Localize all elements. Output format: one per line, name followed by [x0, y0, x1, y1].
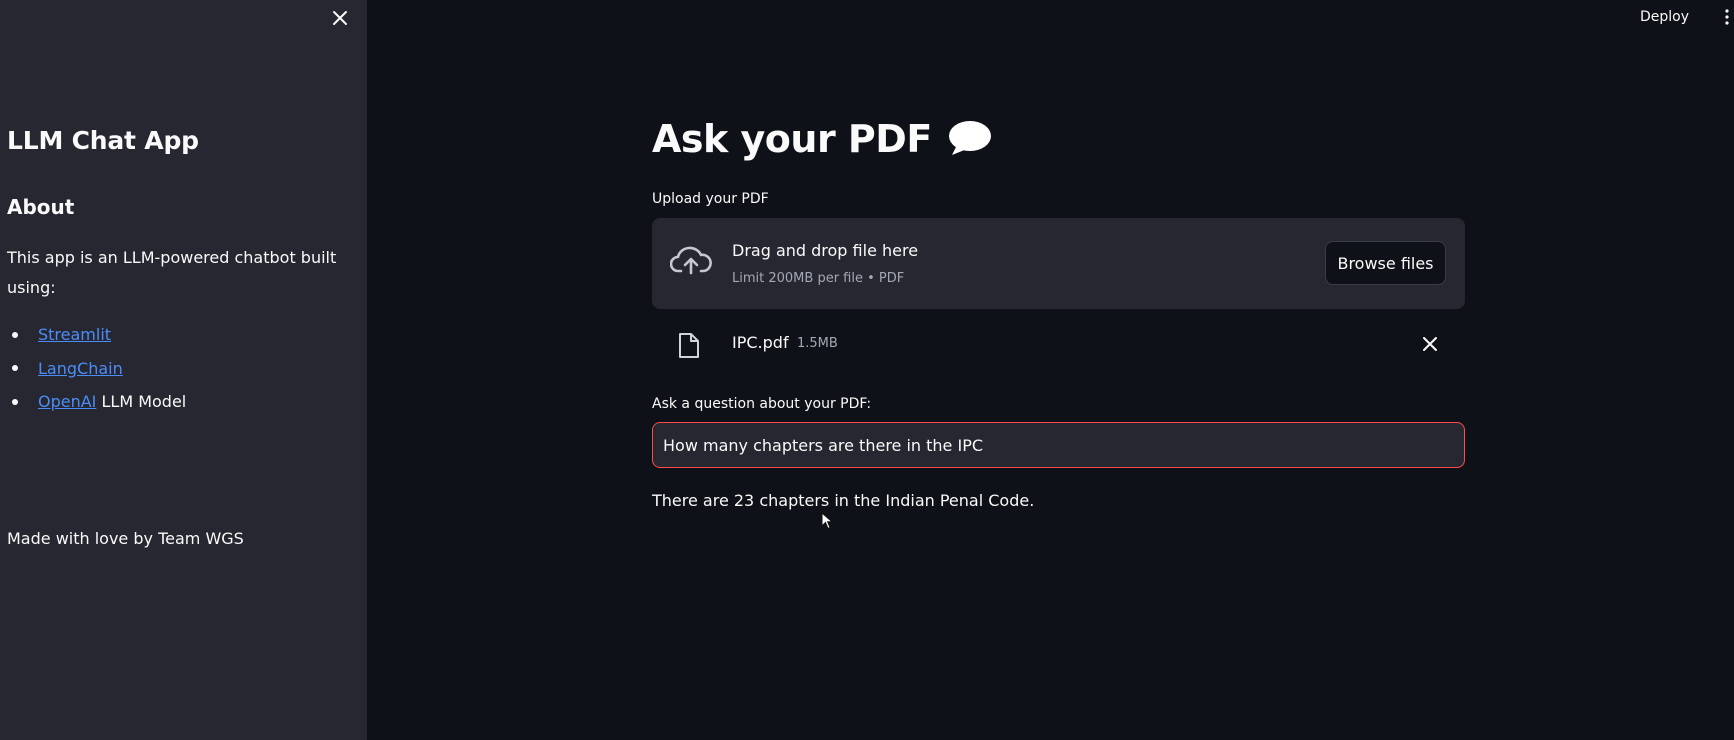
list-item: OpenAI LLM Model [7, 385, 186, 419]
dropzone-instructions: Drag and drop file here [732, 241, 919, 260]
question-input[interactable] [652, 422, 1465, 468]
langchain-link[interactable]: LangChain [38, 359, 123, 378]
app: LLM Chat App About This app is an LLM-po… [0, 0, 1734, 740]
about-text: This app is an LLM-powered chatbot built… [7, 248, 337, 297]
bullet-icon [12, 398, 18, 405]
close-icon [333, 11, 347, 25]
file-size: 1.5MB [797, 336, 838, 351]
list-item: Streamlit [7, 318, 186, 352]
streamlit-link[interactable]: Streamlit [38, 325, 111, 344]
list-item: LangChain [7, 352, 186, 386]
browse-files-button[interactable]: Browse files [1325, 241, 1446, 285]
page-title-text: Ask your PDF [652, 117, 932, 161]
mouse-pointer-icon [821, 512, 833, 530]
main-menu-button[interactable] [1720, 4, 1734, 30]
close-icon [1423, 337, 1437, 351]
about-heading: About [7, 195, 75, 219]
sidebar-title: LLM Chat App [7, 126, 199, 155]
dropzone-limit: Limit 200MB per file • PDF [732, 271, 905, 286]
question-label: Ask a question about your PDF: [652, 396, 872, 412]
about-list: Streamlit LangChain OpenAI LLM Model [7, 318, 186, 419]
page-title: Ask your PDF [652, 117, 992, 161]
sidebar: LLM Chat App About This app is an LLM-po… [0, 0, 367, 740]
upload-label: Upload your PDF [652, 191, 769, 207]
deploy-button[interactable]: Deploy [1632, 4, 1697, 30]
list-item-suffix: LLM Model [96, 392, 187, 412]
file-icon [679, 333, 699, 358]
file-name: IPC.pdf [732, 333, 789, 352]
vertical-dots-icon [1725, 9, 1729, 25]
openai-link[interactable]: OpenAI [38, 392, 96, 411]
answer-text: There are 23 chapters in the Indian Pena… [652, 491, 1035, 510]
bullet-icon [12, 365, 18, 372]
bullet-icon [12, 331, 18, 338]
cloud-upload-icon [670, 246, 712, 275]
file-dropzone[interactable]: Drag and drop file here Limit 200MB per … [652, 218, 1465, 309]
sidebar-close-button[interactable] [326, 4, 354, 32]
footer-text: Made with love by Team WGS [7, 529, 244, 548]
speech-bubble-icon [948, 120, 992, 158]
remove-file-button[interactable] [1418, 332, 1442, 356]
uploaded-file: IPC.pdf 1.5MB [652, 324, 1465, 364]
